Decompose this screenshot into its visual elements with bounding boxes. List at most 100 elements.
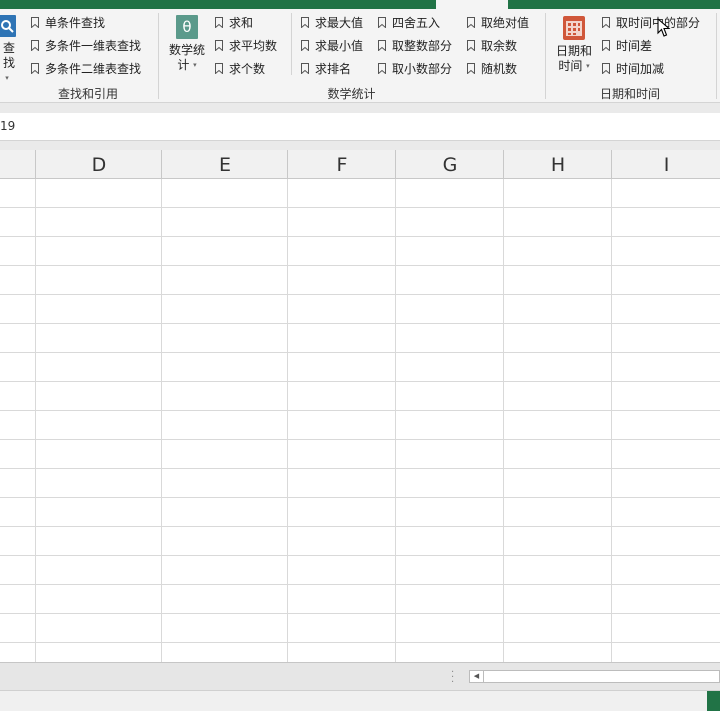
bookmark-icon — [31, 39, 39, 51]
group-separator — [158, 13, 159, 99]
math-item-label: 取余数 — [481, 38, 518, 53]
bookmark-icon — [378, 39, 386, 51]
gridline — [0, 294, 720, 295]
status-bar-accent — [707, 691, 720, 711]
math-item-decimal-part[interactable]: 取小数部分 — [378, 58, 452, 78]
mouse-pointer-icon — [657, 18, 671, 37]
math-item-mod[interactable]: 取余数 — [467, 35, 517, 55]
calendar-icon — [563, 16, 585, 40]
group-separator — [545, 13, 546, 99]
name-box[interactable]: 19 — [0, 119, 15, 133]
chevron-down-icon: ▾ — [193, 61, 197, 69]
math-item-max[interactable]: 求最大值 — [301, 12, 363, 32]
gridline — [0, 497, 720, 498]
column-header-e[interactable]: E — [161, 150, 288, 178]
math-item-average[interactable]: 求平均数 — [215, 35, 277, 55]
math-big-button-label: 数学统 — [168, 43, 205, 57]
column-header-g[interactable]: G — [395, 150, 504, 178]
datetime-item-add[interactable]: 时间加减 — [602, 58, 664, 78]
math-item-random[interactable]: 随机数 — [467, 58, 517, 78]
gridline — [395, 179, 396, 662]
math-item-label: 求最大值 — [315, 15, 364, 30]
theta-icon: θ — [176, 15, 198, 39]
math-item-integer-part[interactable]: 取整数部分 — [378, 35, 452, 55]
gridline — [0, 236, 720, 237]
group-separator — [716, 13, 717, 99]
cell-grid[interactable] — [0, 179, 720, 662]
bookmark-icon — [602, 62, 610, 74]
datetime-item-label: 时间差 — [616, 38, 653, 53]
bookmark-icon — [602, 16, 610, 28]
bookmark-icon — [378, 16, 386, 28]
math-item-label: 取小数部分 — [392, 61, 453, 76]
lookup-item-label: 单条件查找 — [45, 15, 106, 30]
gridline — [287, 179, 288, 662]
math-item-label: 随机数 — [481, 61, 518, 76]
math-item-label: 求平均数 — [229, 38, 278, 53]
bookmark-icon — [215, 39, 223, 51]
column-header-h[interactable]: H — [503, 150, 612, 178]
gridline — [0, 207, 720, 208]
bookmark-icon — [602, 39, 610, 51]
group-label-lookup: 查找和引用 — [57, 87, 118, 101]
bookmark-icon — [215, 62, 223, 74]
gridline — [0, 613, 720, 614]
sheet-tab-bar: · · · ◀ — [0, 662, 720, 691]
bookmark-icon — [301, 62, 309, 74]
math-item-min[interactable]: 求最小值 — [301, 35, 363, 55]
gridline — [0, 323, 720, 324]
splitter-handle[interactable]: · · · — [451, 668, 454, 688]
gridline — [0, 642, 720, 643]
column-header-row: D E F G H I — [0, 150, 720, 179]
math-item-rank[interactable]: 求排名 — [301, 58, 351, 78]
lookup-item-label: 多条件一维表查找 — [45, 38, 142, 53]
bookmark-icon — [467, 39, 475, 51]
math-big-button-label-2: 计 — [177, 58, 190, 72]
group-label-math: 数学统计 — [327, 87, 376, 101]
group-label-datetime: 日期和时间 — [599, 87, 660, 101]
gridline — [0, 410, 720, 411]
math-item-label: 四舍五入 — [392, 15, 441, 30]
bookmark-icon — [378, 62, 386, 74]
formula-gap — [0, 141, 720, 150]
lookup-item-single[interactable]: 单条件查找 — [31, 12, 105, 32]
gridline — [611, 179, 612, 662]
horizontal-scrollbar[interactable]: ◀ — [469, 670, 720, 683]
math-item-count[interactable]: 求个数 — [215, 58, 265, 78]
gridline — [0, 439, 720, 440]
gridline — [0, 468, 720, 469]
bookmark-icon — [301, 39, 309, 51]
lookup-item-multi-2d[interactable]: 多条件二维表查找 — [31, 58, 141, 78]
lookup-big-button[interactable]: 查找 ▾ — [0, 13, 20, 86]
math-item-abs[interactable]: 取绝对值 — [467, 12, 529, 32]
gridline — [0, 555, 720, 556]
math-item-round[interactable]: 四舍五入 — [378, 12, 440, 32]
bookmark-icon — [467, 62, 475, 74]
chevron-down-icon: ▾ — [586, 62, 590, 70]
status-bar — [0, 690, 720, 711]
column-header-i[interactable]: I — [611, 150, 720, 178]
search-icon — [0, 15, 16, 37]
column-header-d[interactable]: D — [35, 150, 162, 178]
gridline — [0, 526, 720, 527]
datetime-item-diff[interactable]: 时间差 — [602, 35, 652, 55]
gridline — [0, 265, 720, 266]
column-header-f[interactable]: F — [287, 150, 396, 178]
column-separator — [291, 13, 292, 75]
chevron-down-icon: ▾ — [5, 74, 9, 82]
active-ribbon-tab[interactable] — [436, 0, 508, 9]
gridline — [161, 179, 162, 662]
lookup-item-multi-1d[interactable]: 多条件一维表查找 — [31, 35, 141, 55]
bookmark-icon — [301, 16, 309, 28]
gridline — [503, 179, 504, 662]
math-big-button[interactable]: θ 数学统 计 ▾ — [166, 15, 208, 73]
datetime-big-button[interactable]: 日期和 时间 ▾ — [552, 15, 596, 74]
formula-bar[interactable]: 19 — [0, 113, 720, 141]
gridline — [0, 352, 720, 353]
title-bar — [0, 0, 720, 9]
datetime-item-extract[interactable]: 取时间中的部分 — [602, 12, 700, 32]
scroll-left-icon[interactable]: ◀ — [470, 671, 484, 682]
math-item-label: 求最小值 — [315, 38, 364, 53]
datetime-big-button-label-2: 时间 — [558, 59, 583, 73]
math-item-sum[interactable]: 求和 — [215, 12, 253, 32]
